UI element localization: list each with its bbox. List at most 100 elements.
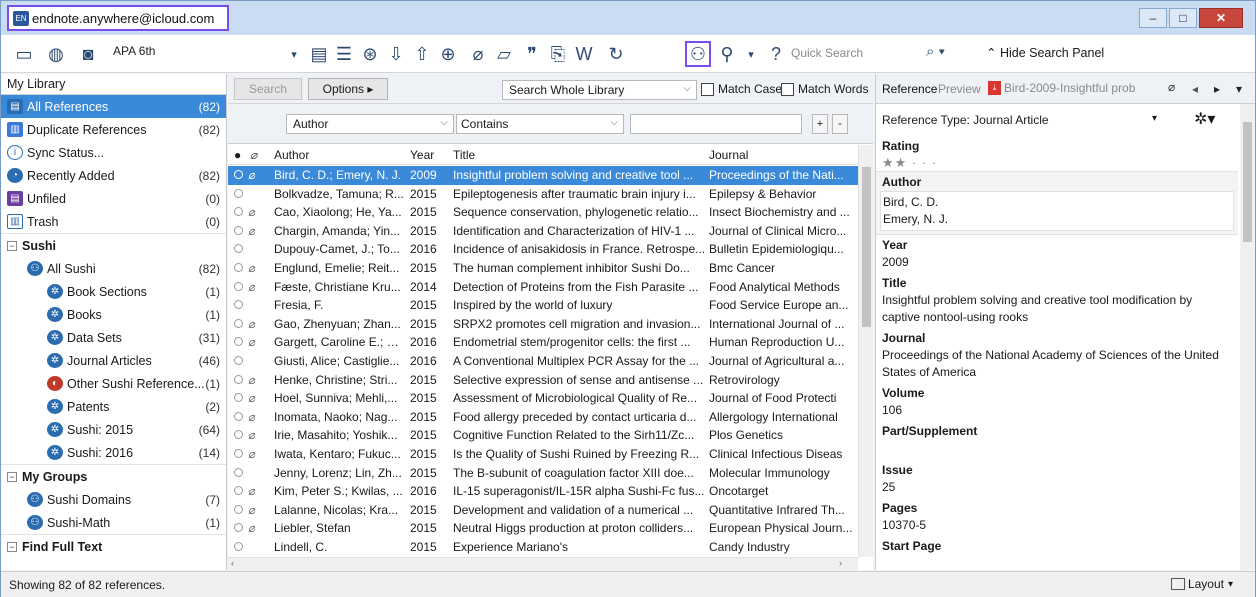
group-trash[interactable]: ▥ Trash (0)	[1, 210, 226, 233]
read-status-dot-icon[interactable]	[234, 263, 243, 272]
pages-value[interactable]: 10370-5	[876, 517, 1238, 536]
table-row[interactable]: ⌀ Irie, Masahito; Yoshik... 2015 Cognitive …	[228, 426, 858, 445]
group-patents[interactable]: ✲ Patents (2)	[1, 395, 226, 418]
table-row[interactable]: Dupouy-Camet, J.; To... 2016 Incidence of …	[228, 240, 858, 259]
group-duplicate-references[interactable]: ▥ Duplicate References (82)	[1, 118, 226, 141]
column-author[interactable]: Author	[274, 148, 309, 162]
read-status-dot-icon[interactable]	[234, 170, 243, 179]
add-criteria-button[interactable]: +	[812, 114, 828, 134]
panel-menu-icon[interactable]: ▾	[1236, 82, 1242, 96]
hide-search-panel-button[interactable]: ⌃ Hide Search Panel	[986, 45, 1104, 60]
table-row[interactable]: Jenny, Lorenz; Lin, Zh... 2015 The B-subun…	[228, 464, 858, 483]
read-status-dot-icon[interactable]	[234, 337, 243, 347]
table-row[interactable]: ⌀ Hoel, Sunniva; Mehli,... 2015 Assessment …	[228, 389, 858, 408]
output-style-selector[interactable]: APA 6th	[113, 44, 155, 58]
share-group-icon[interactable]: ⚇	[685, 41, 711, 67]
column-year[interactable]: Year	[410, 148, 434, 162]
search-icon[interactable]: ⌕ ▾	[926, 43, 945, 60]
format-bibliography-icon[interactable]: ⎘	[545, 41, 571, 67]
close-button[interactable]: ✕	[1199, 8, 1243, 28]
group-sushi-domains[interactable]: ⚇ Sushi Domains (7)	[1, 488, 226, 511]
group-all-sushi[interactable]: ⚇ All Sushi (82)	[1, 257, 226, 280]
search-button[interactable]: Search	[234, 78, 302, 100]
read-status-dot-icon[interactable]	[234, 467, 243, 477]
volume-value[interactable]: 106	[876, 402, 1238, 421]
table-row[interactable]: ⌀ Chargin, Amanda; Yin... 2015 Identificati…	[228, 222, 858, 241]
search-term-input[interactable]	[630, 114, 802, 134]
table-row[interactable]: ⌀ Liebler, Stefan 2015 Neutral Higgs produc…	[228, 519, 858, 538]
section-sushi[interactable]: − Sushi	[1, 233, 226, 257]
find-online-icon[interactable]: ⊕	[435, 41, 461, 67]
group-other-sushi-reference[interactable]: ◐ Other Sushi Reference... (1)	[1, 372, 226, 395]
read-status-dot-icon[interactable]	[234, 523, 243, 533]
read-status-dot-icon[interactable]	[234, 449, 243, 458]
read-status-dot-icon[interactable]	[234, 542, 243, 551]
integrated-library-icon[interactable]: ◙	[75, 41, 101, 67]
group-sushi-2016[interactable]: ✲ Sushi: 2016 (14)	[1, 441, 226, 464]
table-row[interactable]: ⌀ Englund, Emelie; Reit... 2015 The human c…	[228, 259, 858, 278]
table-row[interactable]: Giusti, Alice; Castiglie... 2016 A Convent…	[228, 352, 858, 371]
read-status-dot-icon[interactable]	[234, 300, 243, 310]
search-scope-select[interactable]: Search Whole Library ⌵	[502, 80, 697, 100]
settings-gear-icon[interactable]: ✲▾	[1194, 109, 1215, 129]
tab-preview[interactable]: Preview	[938, 82, 981, 96]
group-sushi-math[interactable]: ⚇ Sushi-Math (1)	[1, 511, 226, 534]
table-row[interactable]: ⌀ Inomata, Naoko; Nag... 2015 Food allergy …	[228, 408, 858, 427]
part-supplement-value[interactable]	[876, 440, 1238, 460]
collapse-icon[interactable]: −	[7, 541, 17, 552]
group-unfiled[interactable]: ▤ Unfiled (0)	[1, 187, 226, 210]
find-full-text-icon[interactable]: ⊛	[357, 41, 383, 67]
collapse-icon[interactable]: −	[7, 240, 17, 251]
table-row[interactable]: Bolkvadze, Tamuna; R... 2015 Epileptogenes…	[228, 185, 858, 204]
reference-type-select[interactable]: Reference Type: Journal Article	[882, 113, 1049, 127]
online-search-globe-icon[interactable]: ◍	[43, 41, 69, 67]
author-value[interactable]: Bird, C. D. Emery, N. J.	[880, 191, 1234, 231]
read-status-dot-icon[interactable]	[234, 244, 243, 254]
copy-formatted-icon[interactable]: ▤	[306, 41, 332, 67]
export-icon[interactable]: ⇧	[409, 41, 435, 67]
read-status-dot-icon[interactable]	[234, 225, 243, 235]
prev-reference-icon[interactable]: ◂	[1192, 82, 1198, 96]
read-status-dot-icon[interactable]	[234, 207, 243, 217]
paperclip-icon[interactable]: ⌀	[1168, 80, 1175, 94]
read-status-dot-icon[interactable]	[234, 411, 243, 421]
attach-file-icon[interactable]: ⌀	[465, 41, 491, 67]
options-button[interactable]: Options ▸	[308, 78, 388, 100]
column-journal[interactable]: Journal	[709, 148, 748, 162]
word-icon[interactable]: W	[571, 41, 597, 67]
group-recently-added[interactable]: ◔ Recently Added (82)	[1, 164, 226, 187]
maximize-button[interactable]: □	[1169, 8, 1197, 28]
read-status-dot-icon[interactable]	[234, 393, 243, 403]
read-status-dot-icon[interactable]	[234, 188, 243, 198]
open-folder-icon[interactable]: ▱	[491, 41, 517, 67]
read-status-column-icon[interactable]: ●	[234, 148, 241, 162]
table-row[interactable]: Fresia, F. 2015 Inspired by the world of l…	[228, 296, 858, 315]
search-operator-select[interactable]: Contains ⌵	[456, 114, 624, 134]
group-data-sets[interactable]: ✲ Data Sets (31)	[1, 326, 226, 349]
read-status-dot-icon[interactable]	[234, 486, 243, 496]
group-books[interactable]: ✲ Books (1)	[1, 303, 226, 326]
style-dropdown-icon[interactable]: ▾	[281, 41, 307, 67]
table-row[interactable]: ⌀ Gao, Zhenyuan; Zhan... 2015 SRPX2 promote…	[228, 315, 858, 334]
next-reference-icon[interactable]: ▸	[1214, 82, 1220, 96]
rating-stars[interactable]: ★★ · · ·	[876, 155, 1238, 171]
table-row[interactable]: ⌀ Bird, C. D.; Emery, N. J. 2009 Insightful…	[228, 166, 858, 185]
read-status-dot-icon[interactable]	[234, 504, 243, 514]
manage-sharing-icon[interactable]: ⚲	[714, 41, 740, 67]
read-status-dot-icon[interactable]	[234, 281, 243, 291]
export-list-icon[interactable]: ☰	[331, 41, 357, 67]
read-status-dot-icon[interactable]	[234, 318, 243, 328]
insert-citation-icon[interactable]: ❞	[519, 41, 545, 67]
section-my-groups[interactable]: − My Groups	[1, 464, 226, 488]
group-sync-status[interactable]: i Sync Status...	[1, 141, 226, 164]
group-journal-articles[interactable]: ✲ Journal Articles (46)	[1, 349, 226, 372]
column-title[interactable]: Title	[453, 148, 475, 162]
table-row[interactable]: ⌀ Iwata, Kentaro; Fukuc... 2015 Is the Qual…	[228, 445, 858, 464]
table-row[interactable]: ⌀ Kim, Peter S.; Kwilas, ... 2016 IL-15 sup…	[228, 482, 858, 501]
layout-button[interactable]: Layout ▾	[1170, 577, 1233, 591]
title-value[interactable]: Insightful problem solving and creative …	[876, 292, 1238, 328]
table-row[interactable]: ⌀ Fæste, Christiane Kru... 2014 Detection o…	[228, 278, 858, 297]
match-case-checkbox[interactable]: Match Case	[701, 82, 782, 96]
sharing-dropdown-icon[interactable]: ▾	[738, 41, 764, 67]
table-row[interactable]: Lindell, C. 2015 Experience Mariano's Candy…	[228, 538, 858, 557]
